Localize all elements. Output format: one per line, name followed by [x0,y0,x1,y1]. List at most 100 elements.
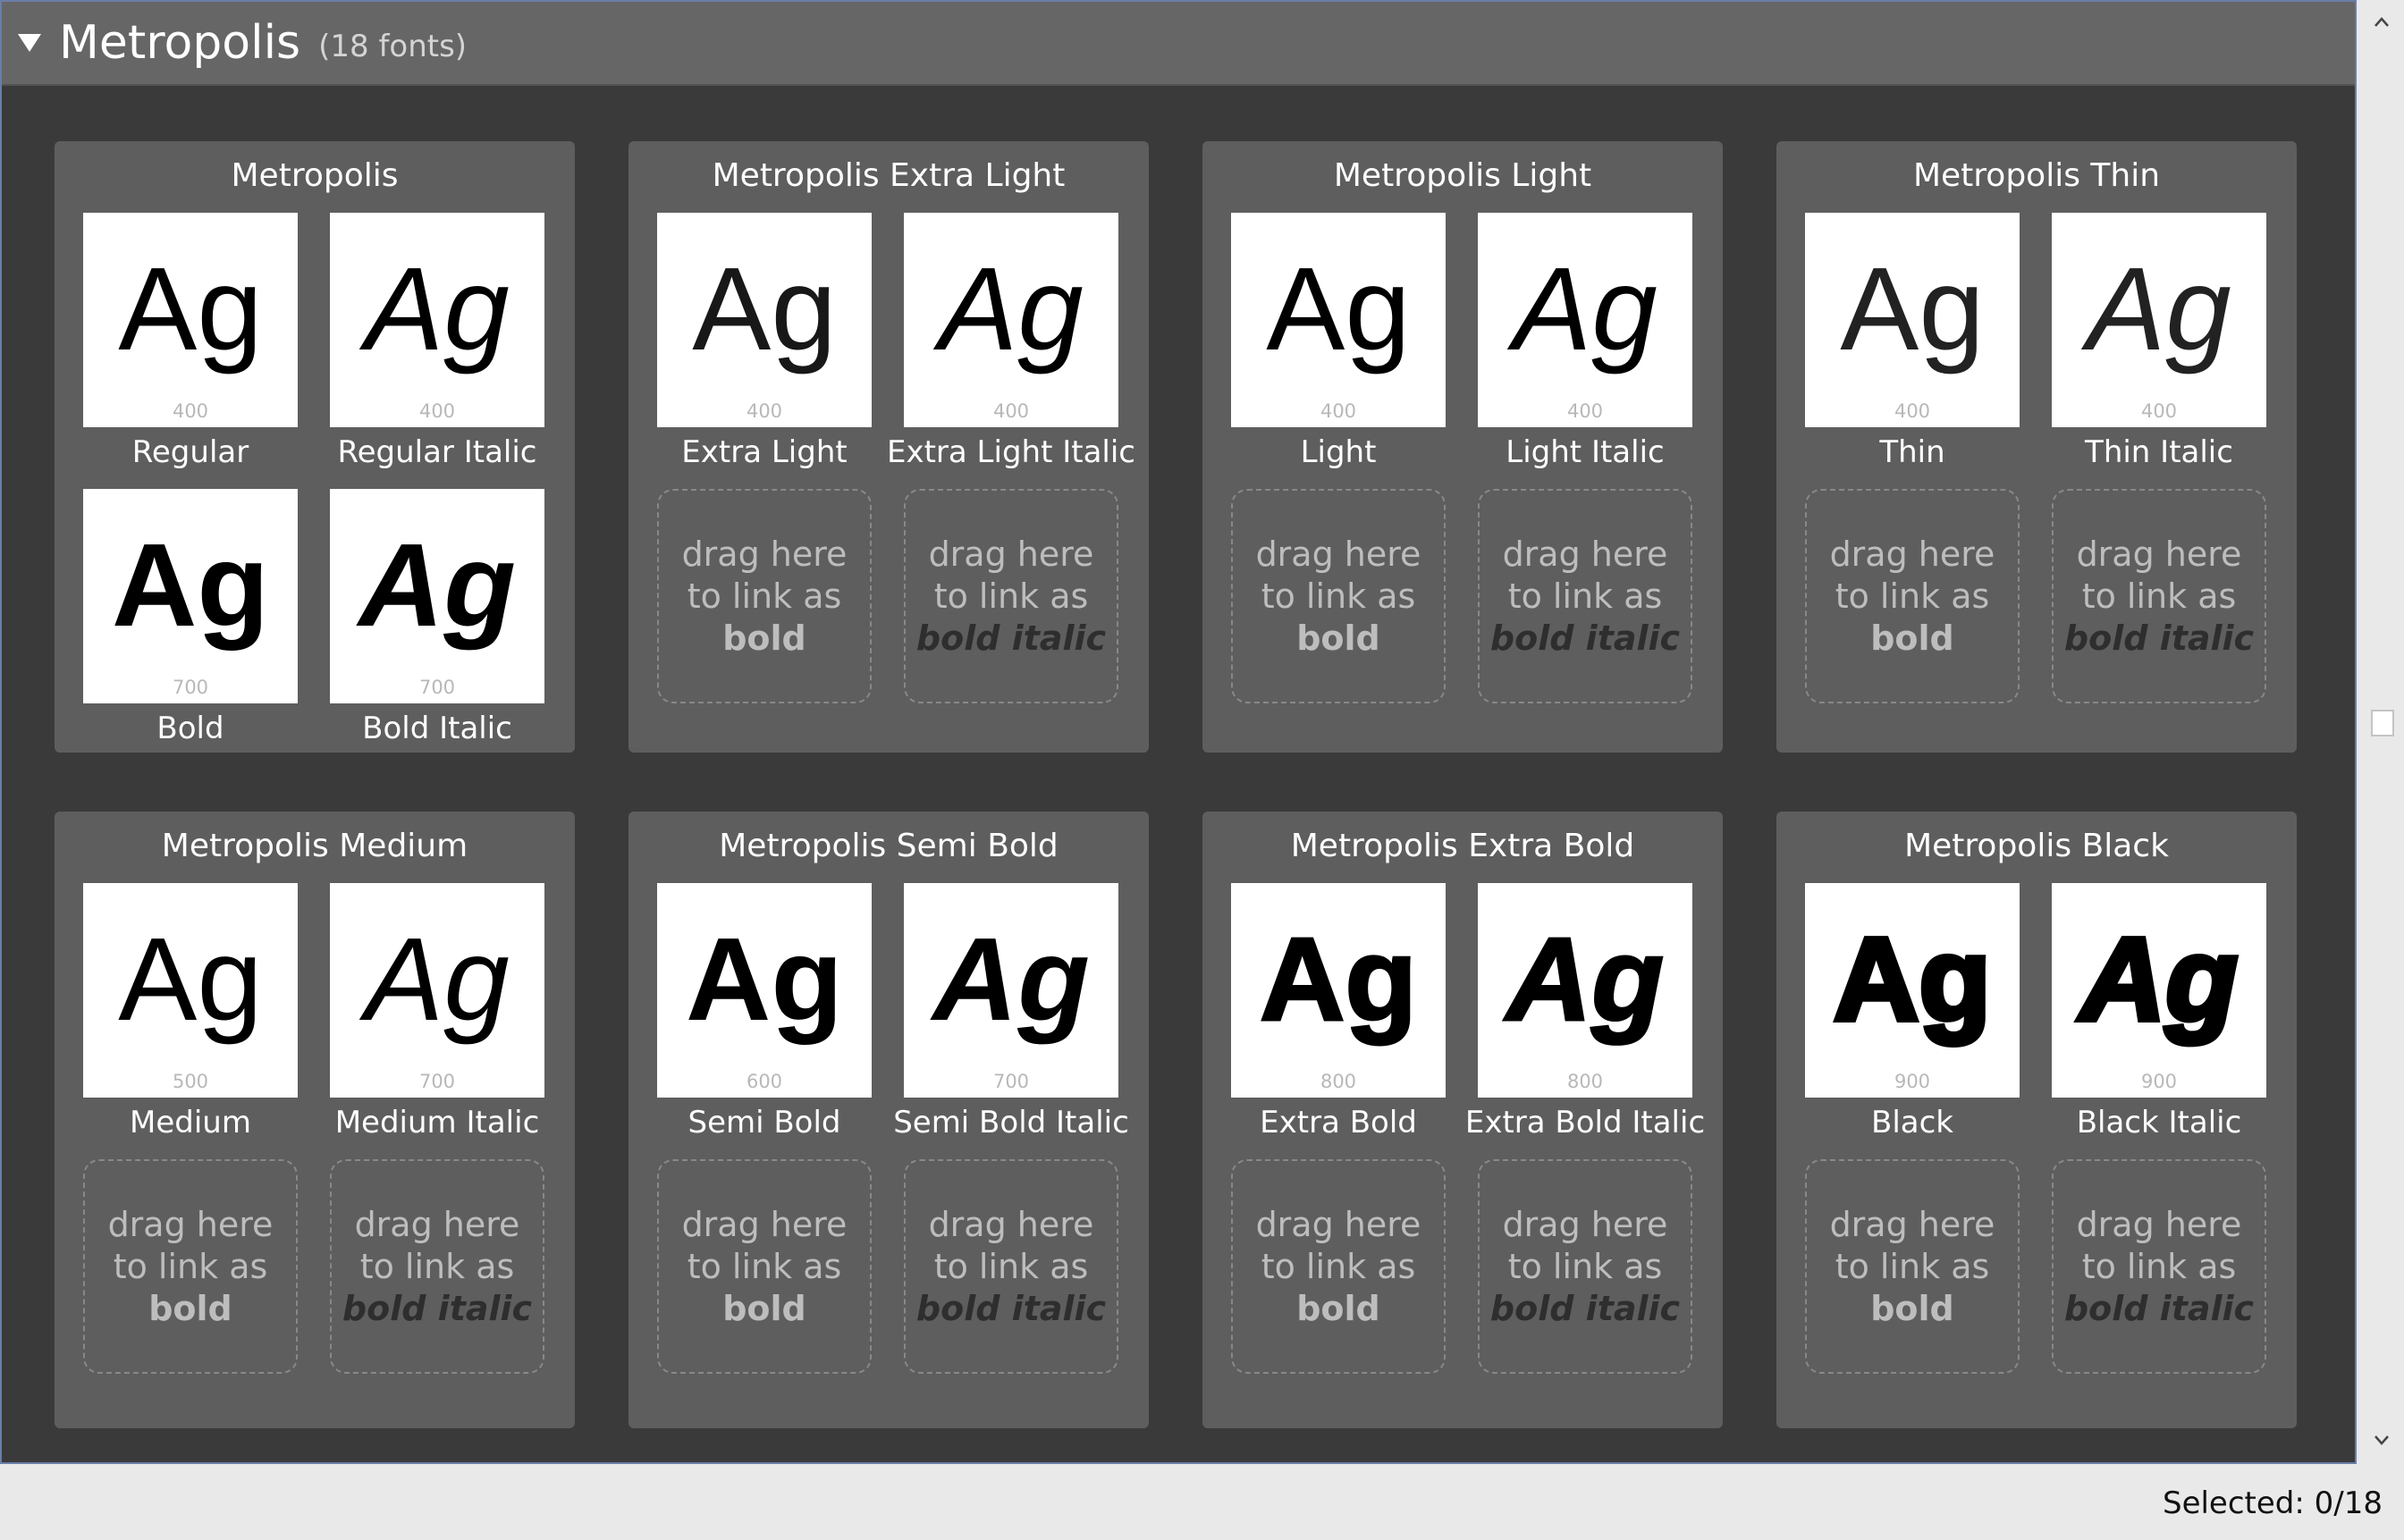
font-sample[interactable]: Ag 700 [330,489,544,703]
drop-text: to link as [687,1246,842,1286]
drop-target[interactable]: drag here to link as bold italic [330,1159,544,1374]
drop-text: drag here [1255,1204,1421,1244]
drop-target[interactable]: drag here to link as bold [1805,489,2020,703]
weight-value: 400 [1320,400,1357,422]
font-card[interactable]: Metropolis Thin Ag 400 Thin Ag 400 Thin … [1776,141,2297,753]
drop-text: drag here [2076,1204,2242,1244]
font-sample[interactable]: Ag 400 [1805,213,2020,427]
drop-style: bold [148,1288,232,1328]
drop-text: to link as [933,576,1089,616]
selection-count: Selected: 0/18 [2162,1485,2383,1521]
font-card[interactable]: Metropolis Black Ag 900 Black Ag 900 Bla… [1776,812,2297,1428]
drop-text: drag here [928,534,1094,574]
style-label: Bold Italic [362,711,512,746]
drop-text: drag here [1502,1204,1668,1244]
glyph-preview: Ag [118,243,263,374]
glyph-preview: Ag [1840,243,1985,374]
style-label: Light [1300,434,1377,470]
font-sample[interactable]: Ag 900 [1805,883,2020,1098]
glyph-preview: Ag [939,243,1084,374]
glyph-preview: Ag [118,913,263,1045]
drop-target[interactable]: drag here to link as bold [1231,489,1446,703]
style-label: Extra Light Italic [887,434,1135,470]
font-card[interactable]: Metropolis Light Ag 400 Light Ag 400 Lig… [1202,141,1723,753]
drop-style: bold [722,1288,806,1328]
drop-style: bold italic [342,1288,533,1328]
style-label: Thin [1879,434,1945,470]
drop-target[interactable]: drag here to link as bold italic [1478,489,1692,703]
font-sample[interactable]: Ag 800 [1231,883,1446,1098]
glyph-preview: Ag [932,913,1090,1045]
drop-target[interactable]: drag here to link as bold [1805,1159,2020,1374]
glyph-preview: Ag [1266,243,1411,374]
font-card[interactable]: Metropolis Medium Ag 500 Medium Ag 700 M… [55,812,575,1428]
drop-text: drag here [1255,534,1421,574]
card-title: Metropolis Light [1333,157,1592,194]
card-title: Metropolis Thin [1912,157,2161,194]
style-label: Bold [156,711,224,746]
card-title: Metropolis Semi Bold [719,828,1059,864]
drop-text: drag here [681,1204,848,1244]
font-sample[interactable]: Ag 400 [83,213,298,427]
drop-target[interactable]: drag here to link as bold italic [1478,1159,1692,1374]
drop-target[interactable]: drag here to link as bold italic [904,1159,1118,1374]
font-sample[interactable]: Ag 500 [83,883,298,1098]
style-label: Light Italic [1506,434,1665,470]
glyph-preview: Ag [1831,913,1994,1045]
drop-text: drag here [1829,534,1995,574]
weight-value: 400 [2140,400,2178,422]
font-sample[interactable]: Ag 400 [2052,213,2266,427]
drop-target[interactable]: drag here to link as bold [83,1159,298,1374]
font-sample[interactable]: Ag 400 [657,213,872,427]
font-sample[interactable]: Ag 400 [1231,213,1446,427]
font-sample[interactable]: Ag 900 [2052,883,2266,1098]
drop-style: bold italic [915,618,1107,658]
font-card[interactable]: Metropolis Extra Bold Ag 800 Extra Bold … [1202,812,1723,1428]
font-card-grid: Metropolis Ag 400 Regular Ag 400 Regular… [2,84,2355,1462]
glyph-preview: Ag [2087,243,2231,374]
drop-target[interactable]: drag here to link as bold italic [2052,1159,2266,1374]
drop-text: to link as [687,576,842,616]
vertical-scrollbar[interactable] [2358,0,2404,1464]
drop-target[interactable]: drag here to link as bold [1231,1159,1446,1374]
drop-text: to link as [1261,1246,1416,1286]
drop-text: drag here [681,534,848,574]
family-name: Metropolis [59,16,301,70]
weight-value: 800 [1320,1071,1357,1092]
card-title: Metropolis Black [1904,828,2169,864]
font-sample[interactable]: Ag 700 [330,883,544,1098]
weight-value: 700 [418,677,456,698]
font-card[interactable]: Metropolis Semi Bold Ag 600 Semi Bold Ag… [628,812,1149,1428]
collapse-triangle-icon[interactable] [18,34,41,52]
drop-text: to link as [1835,1246,1990,1286]
weight-value: 600 [746,1071,783,1092]
drop-style: bold italic [2063,1288,2255,1328]
font-sample[interactable]: Ag 800 [1478,883,1692,1098]
weight-value: 400 [172,400,209,422]
font-card[interactable]: Metropolis Extra Light Ag 400 Extra Ligh… [628,141,1149,753]
chevron-down-icon[interactable] [2374,1434,2390,1446]
drop-text: drag here [1829,1204,1995,1244]
scrollbar-thumb[interactable] [2371,710,2394,736]
family-header[interactable]: Metropolis (18 fonts) [2,2,2355,86]
drop-text: to link as [1507,576,1663,616]
drop-text: drag here [1502,534,1668,574]
font-sample[interactable]: Ag 700 [83,489,298,703]
drop-target[interactable]: drag here to link as bold italic [2052,489,2266,703]
chevron-up-icon[interactable] [2374,16,2390,29]
drop-target[interactable]: drag here to link as bold italic [904,489,1118,703]
drop-text: to link as [2081,1246,2237,1286]
drop-style: bold italic [1489,618,1681,658]
font-sample[interactable]: Ag 600 [657,883,872,1098]
font-card[interactable]: Metropolis Ag 400 Regular Ag 400 Regular… [55,141,575,753]
drop-target[interactable]: drag here to link as bold [657,489,872,703]
drop-text: drag here [354,1204,520,1244]
drop-target[interactable]: drag here to link as bold [657,1159,872,1374]
font-sample[interactable]: Ag 400 [904,213,1118,427]
style-label: Regular [131,434,249,470]
style-label: Medium [130,1105,251,1140]
weight-value: 400 [1894,400,1931,422]
font-sample[interactable]: Ag 400 [330,213,544,427]
font-sample[interactable]: Ag 400 [1478,213,1692,427]
font-sample[interactable]: Ag 700 [904,883,1118,1098]
